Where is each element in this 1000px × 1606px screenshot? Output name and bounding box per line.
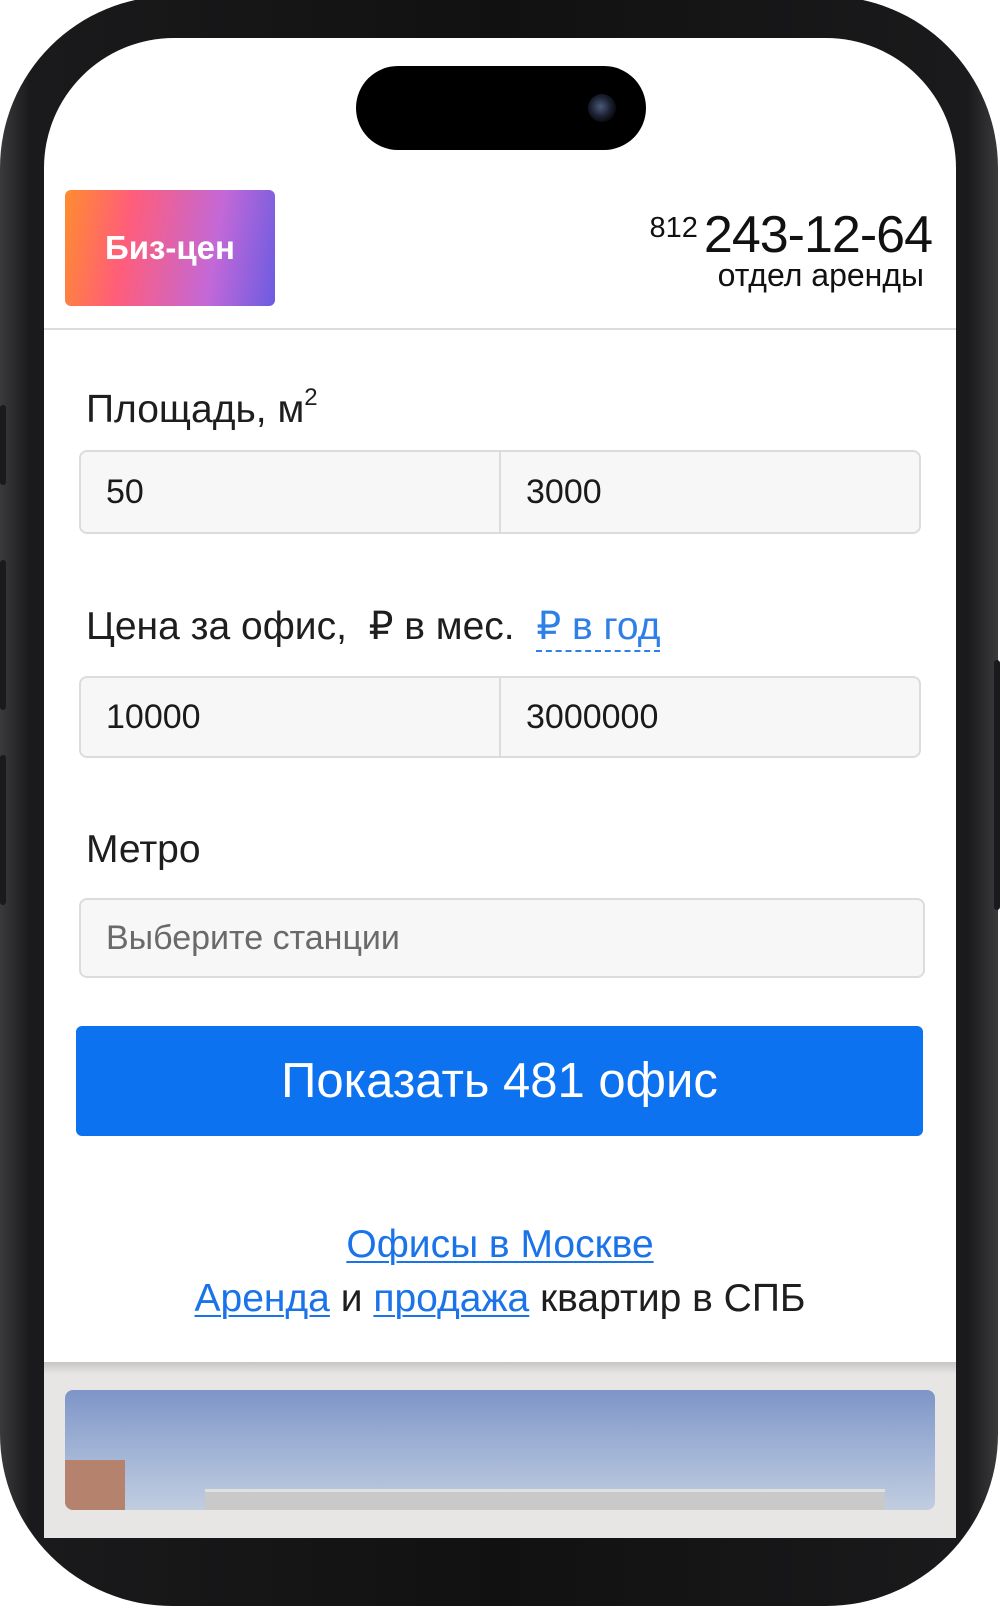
links-and-text: и [340, 1277, 363, 1320]
phone-code: 812 [649, 212, 698, 244]
sale-link[interactable]: продажа [373, 1277, 529, 1320]
side-button-left [0, 560, 6, 710]
office-photo[interactable] [65, 1390, 935, 1510]
rent-link[interactable]: Аренда [195, 1277, 330, 1320]
per-year-toggle[interactable]: ₽ в год [536, 605, 661, 652]
price-label: Цена за офис, ₽ в мес. ₽ в год [86, 604, 661, 652]
area-to-input[interactable]: 3000 [499, 452, 919, 532]
side-button-left [0, 405, 6, 485]
contact-phone[interactable]: 812 243-12-64 отдел аренды [649, 204, 933, 293]
logo[interactable]: Биз-цен [65, 190, 275, 306]
side-button-left [0, 755, 6, 905]
area-label-text: Площадь, м [86, 388, 305, 431]
metro-station-select[interactable]: Выберите станции [79, 898, 925, 978]
area-from-input[interactable]: 50 [81, 452, 499, 532]
photo-roof [65, 1460, 125, 1510]
links-tail-text: квартир в СПБ [540, 1277, 806, 1320]
header-divider [44, 328, 956, 330]
area-range: 50 3000 [79, 450, 921, 534]
per-month-option[interactable]: ₽ в мес. [369, 605, 515, 648]
price-label-text: Цена за офис, [86, 605, 347, 648]
area-label: Площадь, м2 [86, 384, 318, 432]
camera-icon [588, 94, 616, 122]
section-shadow [44, 1362, 956, 1374]
footer-links: Офисы в Москве Аренда и продажа квартир … [44, 1218, 956, 1326]
area-label-sup: 2 [304, 384, 318, 411]
metro-label: Метро [86, 828, 201, 871]
show-offices-button[interactable]: Показать 481 офис [76, 1026, 923, 1136]
dynamic-island [356, 66, 646, 150]
price-from-input[interactable]: 10000 [81, 678, 499, 756]
price-to-input[interactable]: 3000000 [499, 678, 919, 756]
moscow-offices-link[interactable]: Офисы в Москве [346, 1223, 653, 1266]
side-button-right [994, 660, 1000, 910]
phone-screen: Биз-цен 812 243-12-64 отдел аренды Площа… [44, 38, 956, 1538]
phone-caption: отдел аренды [717, 257, 924, 293]
price-range: 10000 3000000 [79, 676, 921, 758]
photo-building [205, 1489, 885, 1510]
logo-text: Биз-цен [105, 229, 235, 266]
